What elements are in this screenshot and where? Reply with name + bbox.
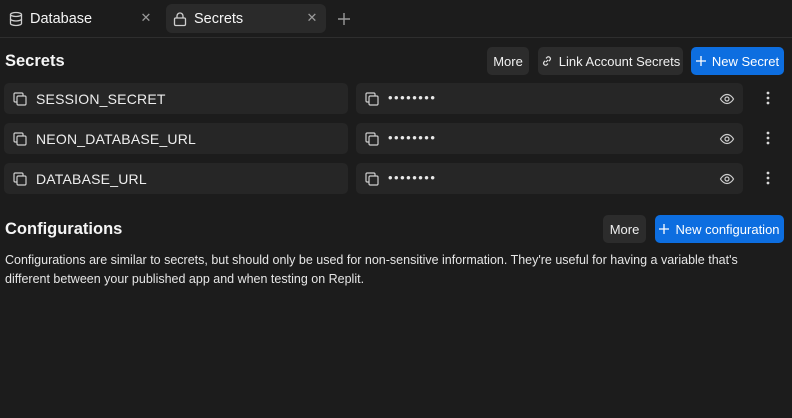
tab-label: Database bbox=[30, 11, 93, 27]
secret-value-masked: •••••••• bbox=[388, 170, 437, 185]
secret-key-row: NEON_DATABASE_URL bbox=[4, 123, 348, 154]
secrets-more-button[interactable]: More bbox=[487, 47, 529, 75]
secret-key: SESSION_SECRET bbox=[36, 91, 166, 107]
more-vertical-icon[interactable] bbox=[758, 128, 778, 148]
copy-icon[interactable] bbox=[364, 131, 380, 147]
tab-secrets[interactable]: Secrets ✕ bbox=[166, 4, 326, 33]
copy-icon[interactable] bbox=[364, 91, 380, 107]
more-label: More bbox=[493, 53, 523, 69]
database-icon bbox=[8, 11, 24, 27]
more-label: More bbox=[609, 221, 640, 237]
configurations-description: Configurations are similar to secrets, b… bbox=[5, 253, 738, 286]
link-label: Link Account Secrets bbox=[558, 53, 681, 69]
eye-icon[interactable] bbox=[719, 131, 735, 147]
copy-icon[interactable] bbox=[12, 91, 28, 107]
new-secret-button[interactable]: New Secret bbox=[691, 47, 784, 75]
close-icon[interactable]: ✕ bbox=[304, 10, 320, 26]
plus-icon bbox=[695, 56, 706, 66]
secret-value-masked: •••••••• bbox=[388, 90, 437, 105]
new-configuration-label: New configuration bbox=[675, 221, 780, 237]
copy-icon[interactable] bbox=[12, 131, 28, 147]
more-vertical-icon[interactable] bbox=[758, 88, 778, 108]
tab-database[interactable]: Database ✕ bbox=[2, 4, 160, 33]
more-vertical-icon[interactable] bbox=[758, 168, 778, 188]
plus-icon bbox=[659, 224, 670, 234]
secret-value-masked: •••••••• bbox=[388, 130, 437, 145]
secret-key: NEON_DATABASE_URL bbox=[36, 131, 197, 147]
copy-icon[interactable] bbox=[364, 171, 380, 187]
tab-label: Secrets bbox=[194, 11, 244, 27]
secret-key-row: SESSION_SECRET bbox=[4, 83, 348, 114]
secret-value-row: •••••••• bbox=[356, 83, 743, 114]
secret-key-row: DATABASE_URL bbox=[4, 163, 348, 194]
copy-icon[interactable] bbox=[12, 171, 28, 187]
secret-key: DATABASE_URL bbox=[36, 171, 147, 187]
secret-value-row: •••••••• bbox=[356, 163, 743, 194]
new-secret-label: New Secret bbox=[711, 53, 780, 69]
link-account-secrets-button[interactable]: Link Account Secrets bbox=[538, 47, 683, 75]
close-icon[interactable]: ✕ bbox=[138, 10, 154, 26]
eye-icon[interactable] bbox=[719, 91, 735, 107]
eye-icon[interactable] bbox=[719, 171, 735, 187]
configurations-more-button[interactable]: More bbox=[603, 215, 646, 243]
new-configuration-button[interactable]: New configuration bbox=[655, 215, 784, 243]
lock-icon bbox=[172, 11, 188, 27]
tab-bar: Database ✕ Secrets ✕ bbox=[0, 0, 792, 38]
plus-icon[interactable] bbox=[335, 10, 353, 28]
configurations-title: Configurations bbox=[5, 220, 123, 238]
secrets-title: Secrets bbox=[5, 52, 65, 70]
secret-value-row: •••••••• bbox=[356, 123, 743, 154]
link-icon bbox=[541, 55, 553, 67]
